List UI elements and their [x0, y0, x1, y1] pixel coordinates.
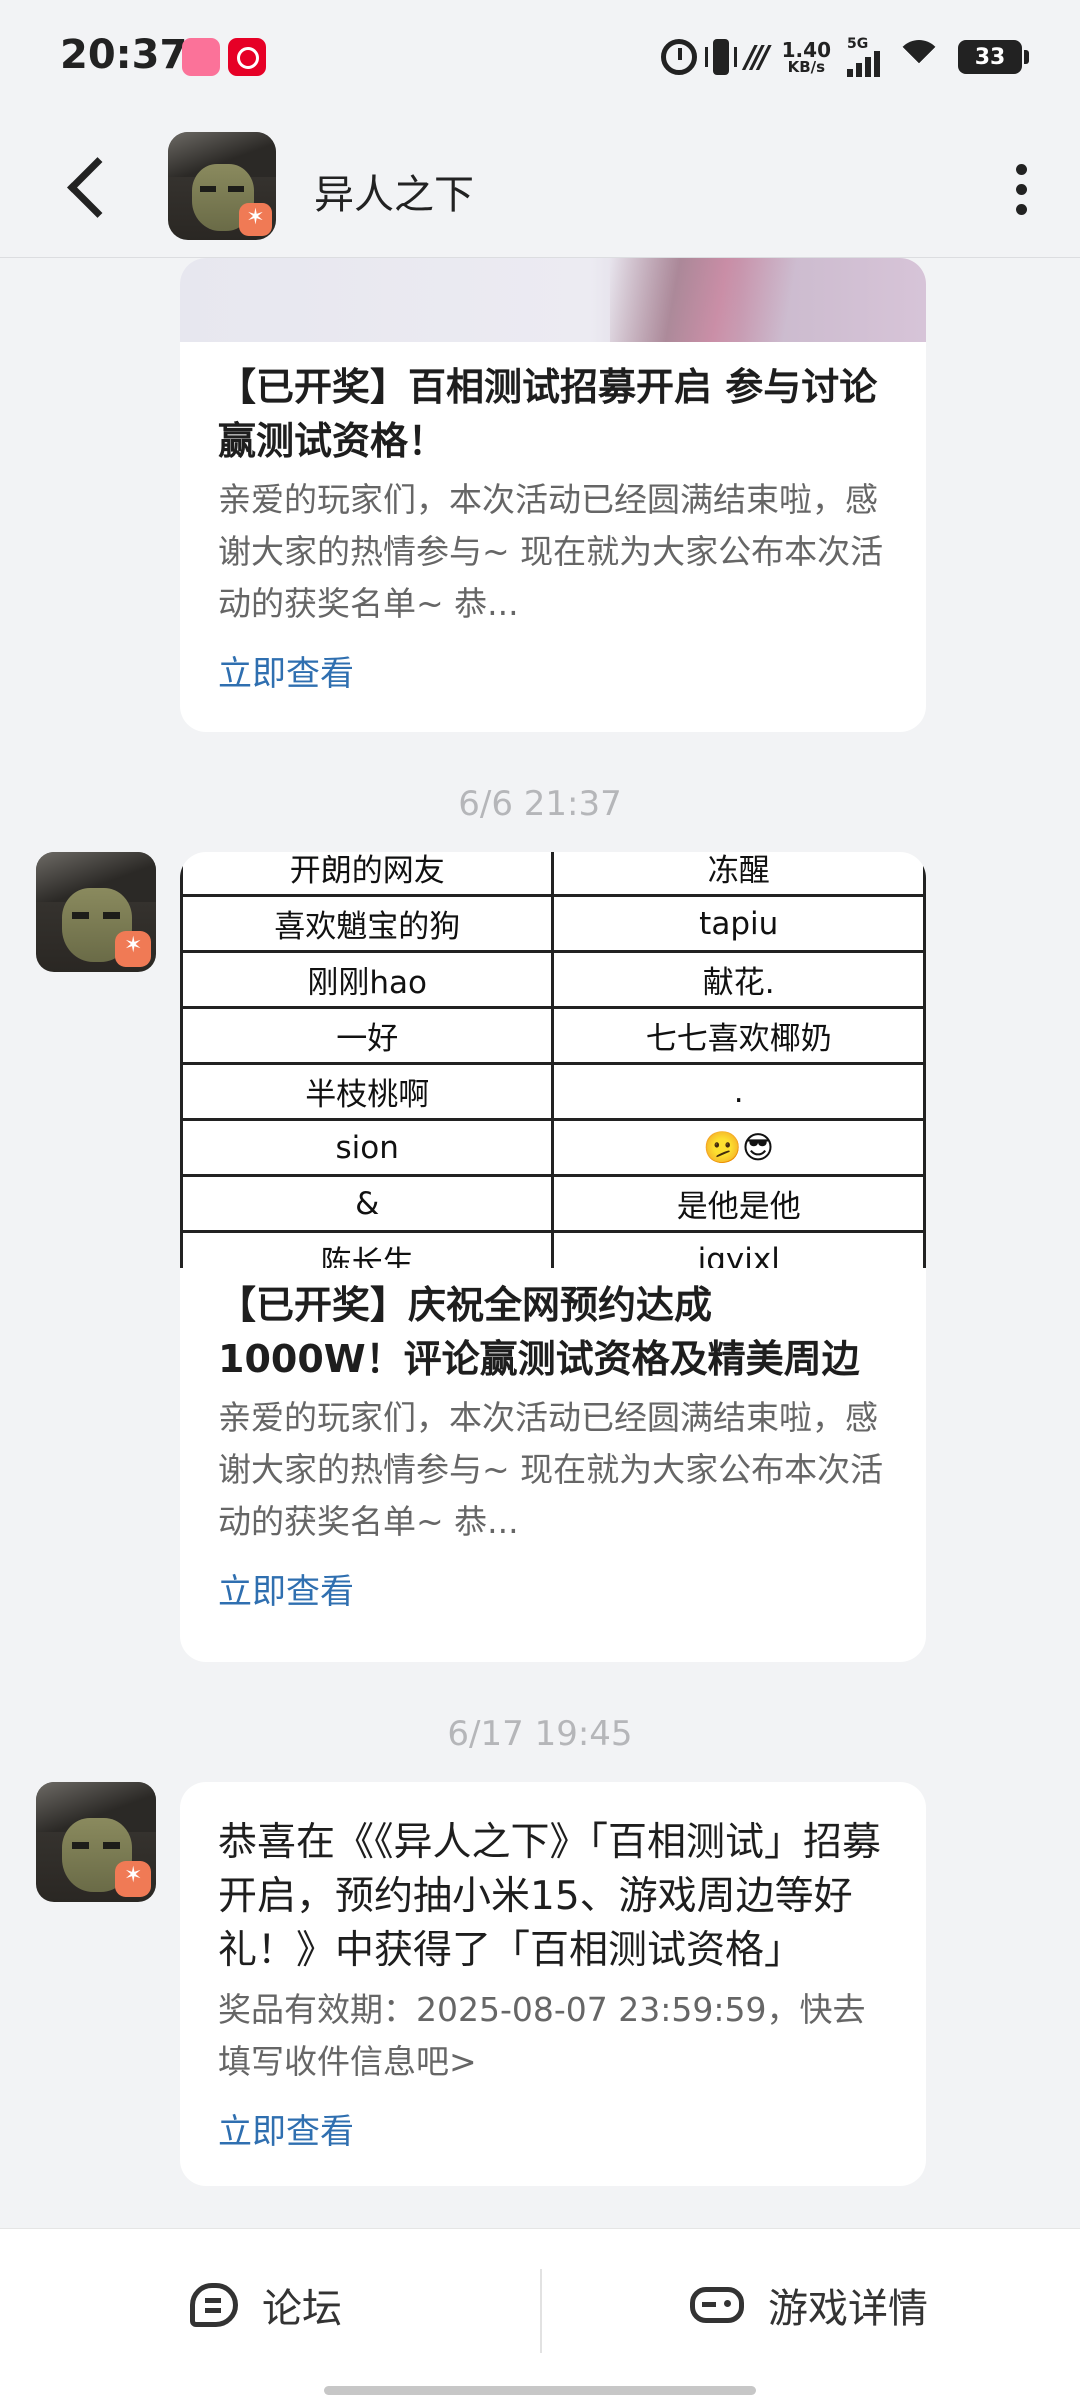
forum-tab[interactable]: 论坛 — [190, 2275, 342, 2335]
app-header: 异人之下 — [0, 118, 1080, 258]
table-cell: & — [180, 1174, 555, 1233]
table-cell: 陈长生 — [180, 1230, 555, 1268]
table-row: 刚刚hao 献花. — [180, 950, 926, 1009]
netease-music-icon — [228, 38, 266, 76]
table-cell: 喜欢魈宝的狗 — [180, 894, 555, 953]
tab-divider — [540, 2269, 542, 2353]
message-card[interactable]: 开朗的网友 冻醒 喜欢魈宝的狗 tapiu 刚刚hao 献花. 一好 七七喜欢椰奶 半枝桃啊. s… — [180, 852, 926, 1662]
message-banner-image — [180, 258, 926, 342]
message-description: 奖品有效期：2025-08-07 23:59:59，快去填写收件信息吧> — [218, 1990, 866, 2081]
more-options-button[interactable] — [986, 148, 1056, 228]
message-card[interactable]: 【已开奖】百相测试招募开启 参与讨论赢测试资格！ 亲爱的玩家们，本次活动已经圆满… — [180, 258, 926, 732]
table-cell: 🫤😎 — [551, 1118, 926, 1177]
network-type: 5G — [847, 36, 869, 52]
forum-label: 论坛 — [262, 2286, 342, 2332]
status-bar: 20:37 /// 1.40 KB/s 5G 33 — [0, 0, 1080, 118]
message-title: 恭喜在《《异人之下》「百相测试」招募开启，预约抽小米15、游戏周边等好礼！》中获… — [218, 1820, 882, 1973]
status-icons: /// 1.40 KB/s 5G 33 — [660, 34, 1029, 80]
view-now-link[interactable]: 立即查看 — [218, 1564, 354, 1613]
forum-icon — [190, 2283, 238, 2327]
table-row: 半枝桃啊. — [180, 1062, 926, 1121]
network-speed-unit: KB/s — [787, 57, 826, 76]
message-description: 亲爱的玩家们，本次活动已经圆满结束啦，感谢大家的热情参与~ 现在就为大家公布本次… — [218, 480, 884, 623]
network-speed: 1.40 KB/s — [782, 40, 831, 75]
table-cell: 献花. — [551, 950, 926, 1009]
table-row: 开朗的网友 冻醒 — [180, 852, 926, 897]
back-button[interactable] — [54, 148, 134, 228]
table-row: 陈长生 jqyixl — [180, 1230, 926, 1268]
sender-avatar[interactable] — [36, 1782, 156, 1902]
table-cell: jqyixl — [551, 1230, 926, 1268]
status-time: 20:37 — [60, 32, 188, 78]
message-title: 【已开奖】庆祝全网预约达成1000W！评论赢测试资格及精美周边 — [218, 1283, 860, 1381]
view-now-link[interactable]: 立即查看 — [218, 2104, 354, 2153]
view-now-link[interactable]: 立即查看 — [218, 646, 354, 695]
table-cell: 冻醒 — [551, 852, 926, 897]
gamepad-icon — [690, 2287, 744, 2323]
table-cell: 半枝桃啊 — [180, 1062, 555, 1121]
wifi-icon — [896, 40, 942, 74]
table-row: 喜欢魈宝的狗 tapiu — [180, 894, 926, 953]
game-avatar[interactable] — [168, 132, 276, 240]
battery-icon: 33 — [958, 40, 1029, 74]
game-details-tab[interactable]: 游戏详情 — [690, 2275, 928, 2335]
sender-avatar[interactable] — [36, 852, 156, 972]
vibrate-icon — [704, 39, 737, 75]
alarm-icon — [660, 39, 697, 75]
table-cell: 刚刚hao — [180, 950, 555, 1009]
signal-icon: 5G — [847, 37, 880, 77]
network-speed-value: 1.40 — [781, 37, 831, 62]
nfc-icon: /// — [744, 39, 770, 75]
message-timestamp: 6/6 21:37 — [458, 784, 622, 824]
message-timestamp: 6/17 19:45 — [447, 1714, 633, 1754]
table-row: & 是他是他 — [180, 1174, 926, 1233]
table-row: sion 🫤😎 — [180, 1118, 926, 1177]
message-title: 【已开奖】百相测试招募开启 参与讨论赢测试资格！ — [218, 365, 878, 463]
home-indicator[interactable] — [324, 2386, 756, 2395]
game-details-label: 游戏详情 — [768, 2286, 928, 2332]
message-card[interactable]: 恭喜在《《异人之下》「百相测试」招募开启，预约抽小米15、游戏周边等好礼！》中获… — [180, 1782, 926, 2186]
table-cell: sion — [180, 1118, 555, 1177]
table-cell: tapiu — [551, 894, 926, 953]
table-cell: . — [551, 1062, 926, 1121]
table-cell: 七七喜欢椰奶 — [551, 1006, 926, 1065]
table-cell: 一好 — [180, 1006, 555, 1065]
table-cell: 开朗的网友 — [180, 852, 555, 897]
page-title: 异人之下 — [314, 172, 474, 218]
message-description: 亲爱的玩家们，本次活动已经圆满结束啦，感谢大家的热情参与~ 现在就为大家公布本次… — [218, 1398, 884, 1541]
table-cell: 是他是他 — [551, 1174, 926, 1233]
winners-table-image: 开朗的网友 冻醒 喜欢魈宝的狗 tapiu 刚刚hao 献花. 一好 七七喜欢椰奶 半枝桃啊. s… — [180, 852, 926, 1268]
table-row: 一好 七七喜欢椰奶 — [180, 1006, 926, 1065]
bottom-bar: 论坛 游戏详情 — [0, 2228, 1080, 2400]
bilibili-icon — [182, 38, 220, 76]
